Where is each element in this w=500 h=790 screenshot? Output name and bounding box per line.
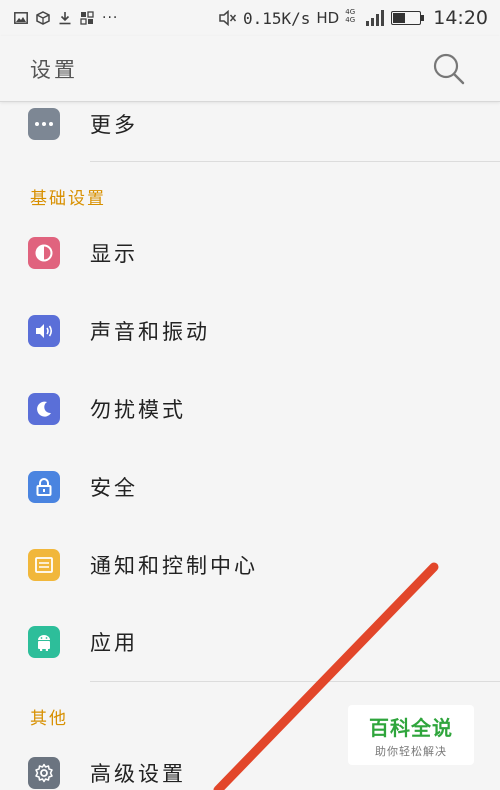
settings-item-display[interactable]: 显示 [0, 214, 500, 292]
section-header-basic: 基础设置 [30, 189, 106, 209]
lock-icon [28, 471, 60, 503]
settings-item-label: 高级设置 [90, 762, 186, 786]
network-type: HD [316, 9, 340, 27]
battery-level [393, 13, 405, 23]
search-button[interactable] [432, 52, 466, 86]
mute-icon [219, 10, 237, 26]
signal-icon [366, 10, 385, 26]
settings-item-label: 安全 [90, 476, 138, 500]
clock: 14:20 [433, 7, 488, 29]
settings-item-security[interactable]: 安全 [0, 448, 500, 526]
settings-item-more[interactable]: 更多 [0, 85, 500, 163]
settings-item-notification-center[interactable]: 通知和控制中心 [0, 526, 500, 604]
status-bar: ··· 0.15K/s HD 4G 4G 14:20 [0, 0, 500, 36]
settings-item-label: 应用 [90, 631, 138, 655]
battery-icon [391, 11, 425, 25]
divider [90, 681, 500, 682]
notification-icon [28, 549, 60, 581]
net-speed: 0.15K/s [242, 8, 311, 28]
settings-item-label: 显示 [90, 242, 138, 266]
android-icon [28, 626, 60, 658]
package-icon [36, 11, 50, 25]
overflow-dots: ··· [102, 10, 119, 26]
section-header-other: 其他 [30, 709, 68, 729]
watermark-subtitle: 助你轻松解决 [375, 744, 447, 758]
settings-item-sound[interactable]: 声音和振动 [0, 292, 500, 370]
image-icon [14, 12, 28, 24]
settings-item-label: 更多 [90, 113, 138, 137]
settings-item-label: 勿扰模式 [90, 398, 186, 422]
status-bar-system: 0.15K/s HD 4G 4G 14:20 [219, 7, 488, 29]
speaker-icon [28, 315, 60, 347]
gear-icon [28, 757, 60, 789]
settings-item-do-not-disturb[interactable]: 勿扰模式 [0, 370, 500, 448]
settings-item-apps[interactable]: 应用 [0, 603, 500, 681]
settings-item-label: 通知和控制中心 [90, 554, 258, 578]
moon-icon [28, 393, 60, 425]
apps-grid-icon [80, 11, 94, 25]
settings-item-label: 声音和振动 [90, 320, 210, 344]
search-icon [433, 53, 465, 84]
divider [90, 161, 500, 162]
watermark-logo: 百科全说 助你轻松解决 [348, 705, 474, 765]
display-icon [28, 237, 60, 269]
signal-tag: 4G 4G [345, 8, 356, 24]
status-bar-notifications: ··· [14, 10, 118, 26]
page-title: 设置 [30, 57, 78, 82]
watermark-title: 百科全说 [369, 715, 453, 740]
more-icon [28, 108, 60, 140]
download-icon [59, 12, 71, 25]
